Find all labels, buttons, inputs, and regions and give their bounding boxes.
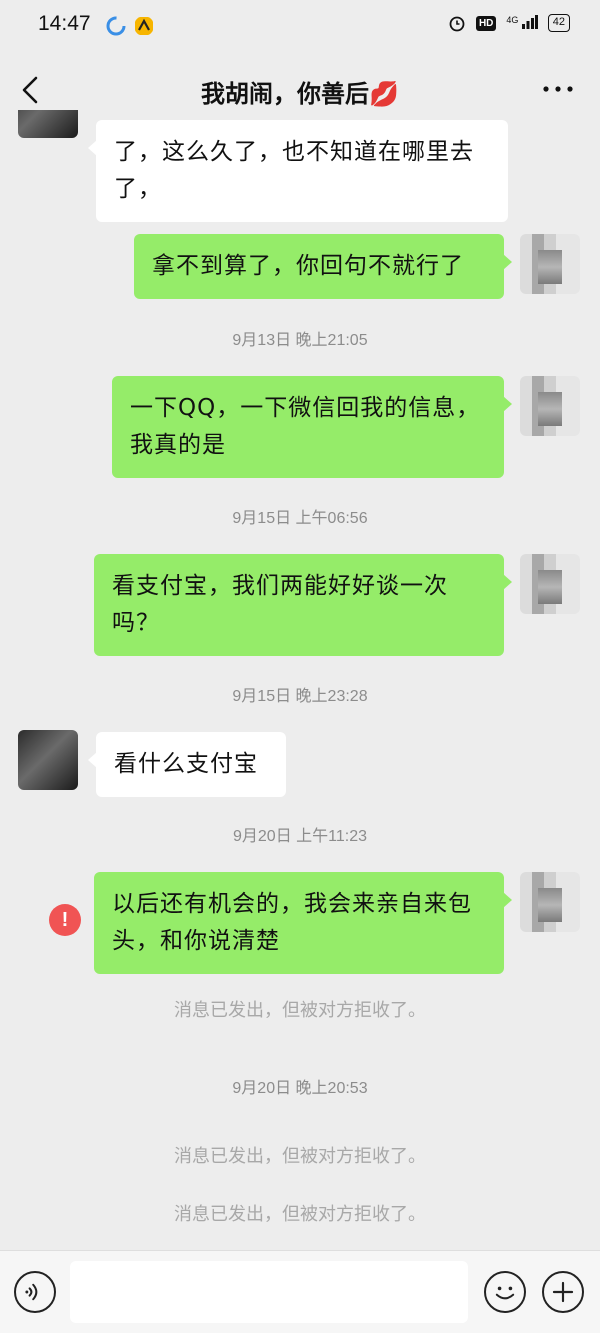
message-input[interactable] <box>70 1261 468 1323</box>
message-timestamp: 9月15日 上午06:56 <box>232 510 368 527</box>
contact-avatar[interactable] <box>18 110 78 138</box>
message-timestamp: 9月20日 上午11:23 <box>233 828 367 845</box>
message-list[interactable]: 了，这么久了，也不知道在哪里去了， 拿不到算了，你回句不就行了 9月13日 晚上… <box>0 110 600 1250</box>
contact-avatar[interactable] <box>18 730 78 790</box>
outgoing-message[interactable]: 以后还有机会的，我会来亲自来包头，和你说清楚 <box>94 872 512 974</box>
browser-app-icon <box>106 16 126 36</box>
outgoing-message[interactable]: 拿不到算了，你回句不就行了 <box>134 234 512 299</box>
message-timestamp: 9月13日 晚上21:05 <box>232 332 368 349</box>
plus-icon[interactable] <box>542 1271 584 1313</box>
signal-bars-icon <box>521 14 538 29</box>
my-avatar[interactable] <box>520 376 580 436</box>
incoming-message[interactable]: 看什么支付宝 <box>88 732 286 797</box>
system-notice: 消息已发出，但被对方拒收了。 <box>174 1000 426 1021</box>
message-timestamp: 9月20日 晚上20:53 <box>232 1080 368 1097</box>
network-type-label: 4G <box>506 14 519 25</box>
my-avatar[interactable] <box>520 872 580 932</box>
my-avatar[interactable] <box>520 234 580 294</box>
alarm-icon <box>449 16 465 32</box>
voice-icon[interactable] <box>14 1271 56 1313</box>
incoming-message[interactable]: 了，这么久了，也不知道在哪里去了， <box>88 120 508 222</box>
outgoing-message[interactable]: 看支付宝，我们两能好好谈一次吗？ <box>94 554 512 656</box>
input-bar <box>0 1250 600 1333</box>
notification-app-icon <box>135 17 153 35</box>
emoji-icon[interactable] <box>484 1271 526 1313</box>
signal-icon: 4G <box>506 14 538 32</box>
outgoing-message[interactable]: 一下QQ，一下微信回我的信息，我真的是 <box>112 376 512 478</box>
status-time: 14:47 <box>38 12 91 35</box>
send-failed-icon[interactable]: ! <box>49 904 81 936</box>
status-bar: 14:47 HD 4G 42 <box>0 0 600 52</box>
battery-indicator: 42 <box>547 14 570 32</box>
system-notice: 消息已发出，但被对方拒收了。 <box>174 1146 426 1167</box>
chat-title: 我胡闹，你善后💋 <box>201 80 399 108</box>
my-avatar[interactable] <box>520 554 580 614</box>
hd-badge: HD <box>475 15 497 31</box>
status-indicators: HD 4G 42 <box>448 14 570 32</box>
message-timestamp: 9月15日 晚上23:28 <box>232 688 368 705</box>
system-notice: 消息已发出，但被对方拒收了。 <box>174 1204 426 1225</box>
more-dots-icon[interactable] <box>540 74 576 104</box>
